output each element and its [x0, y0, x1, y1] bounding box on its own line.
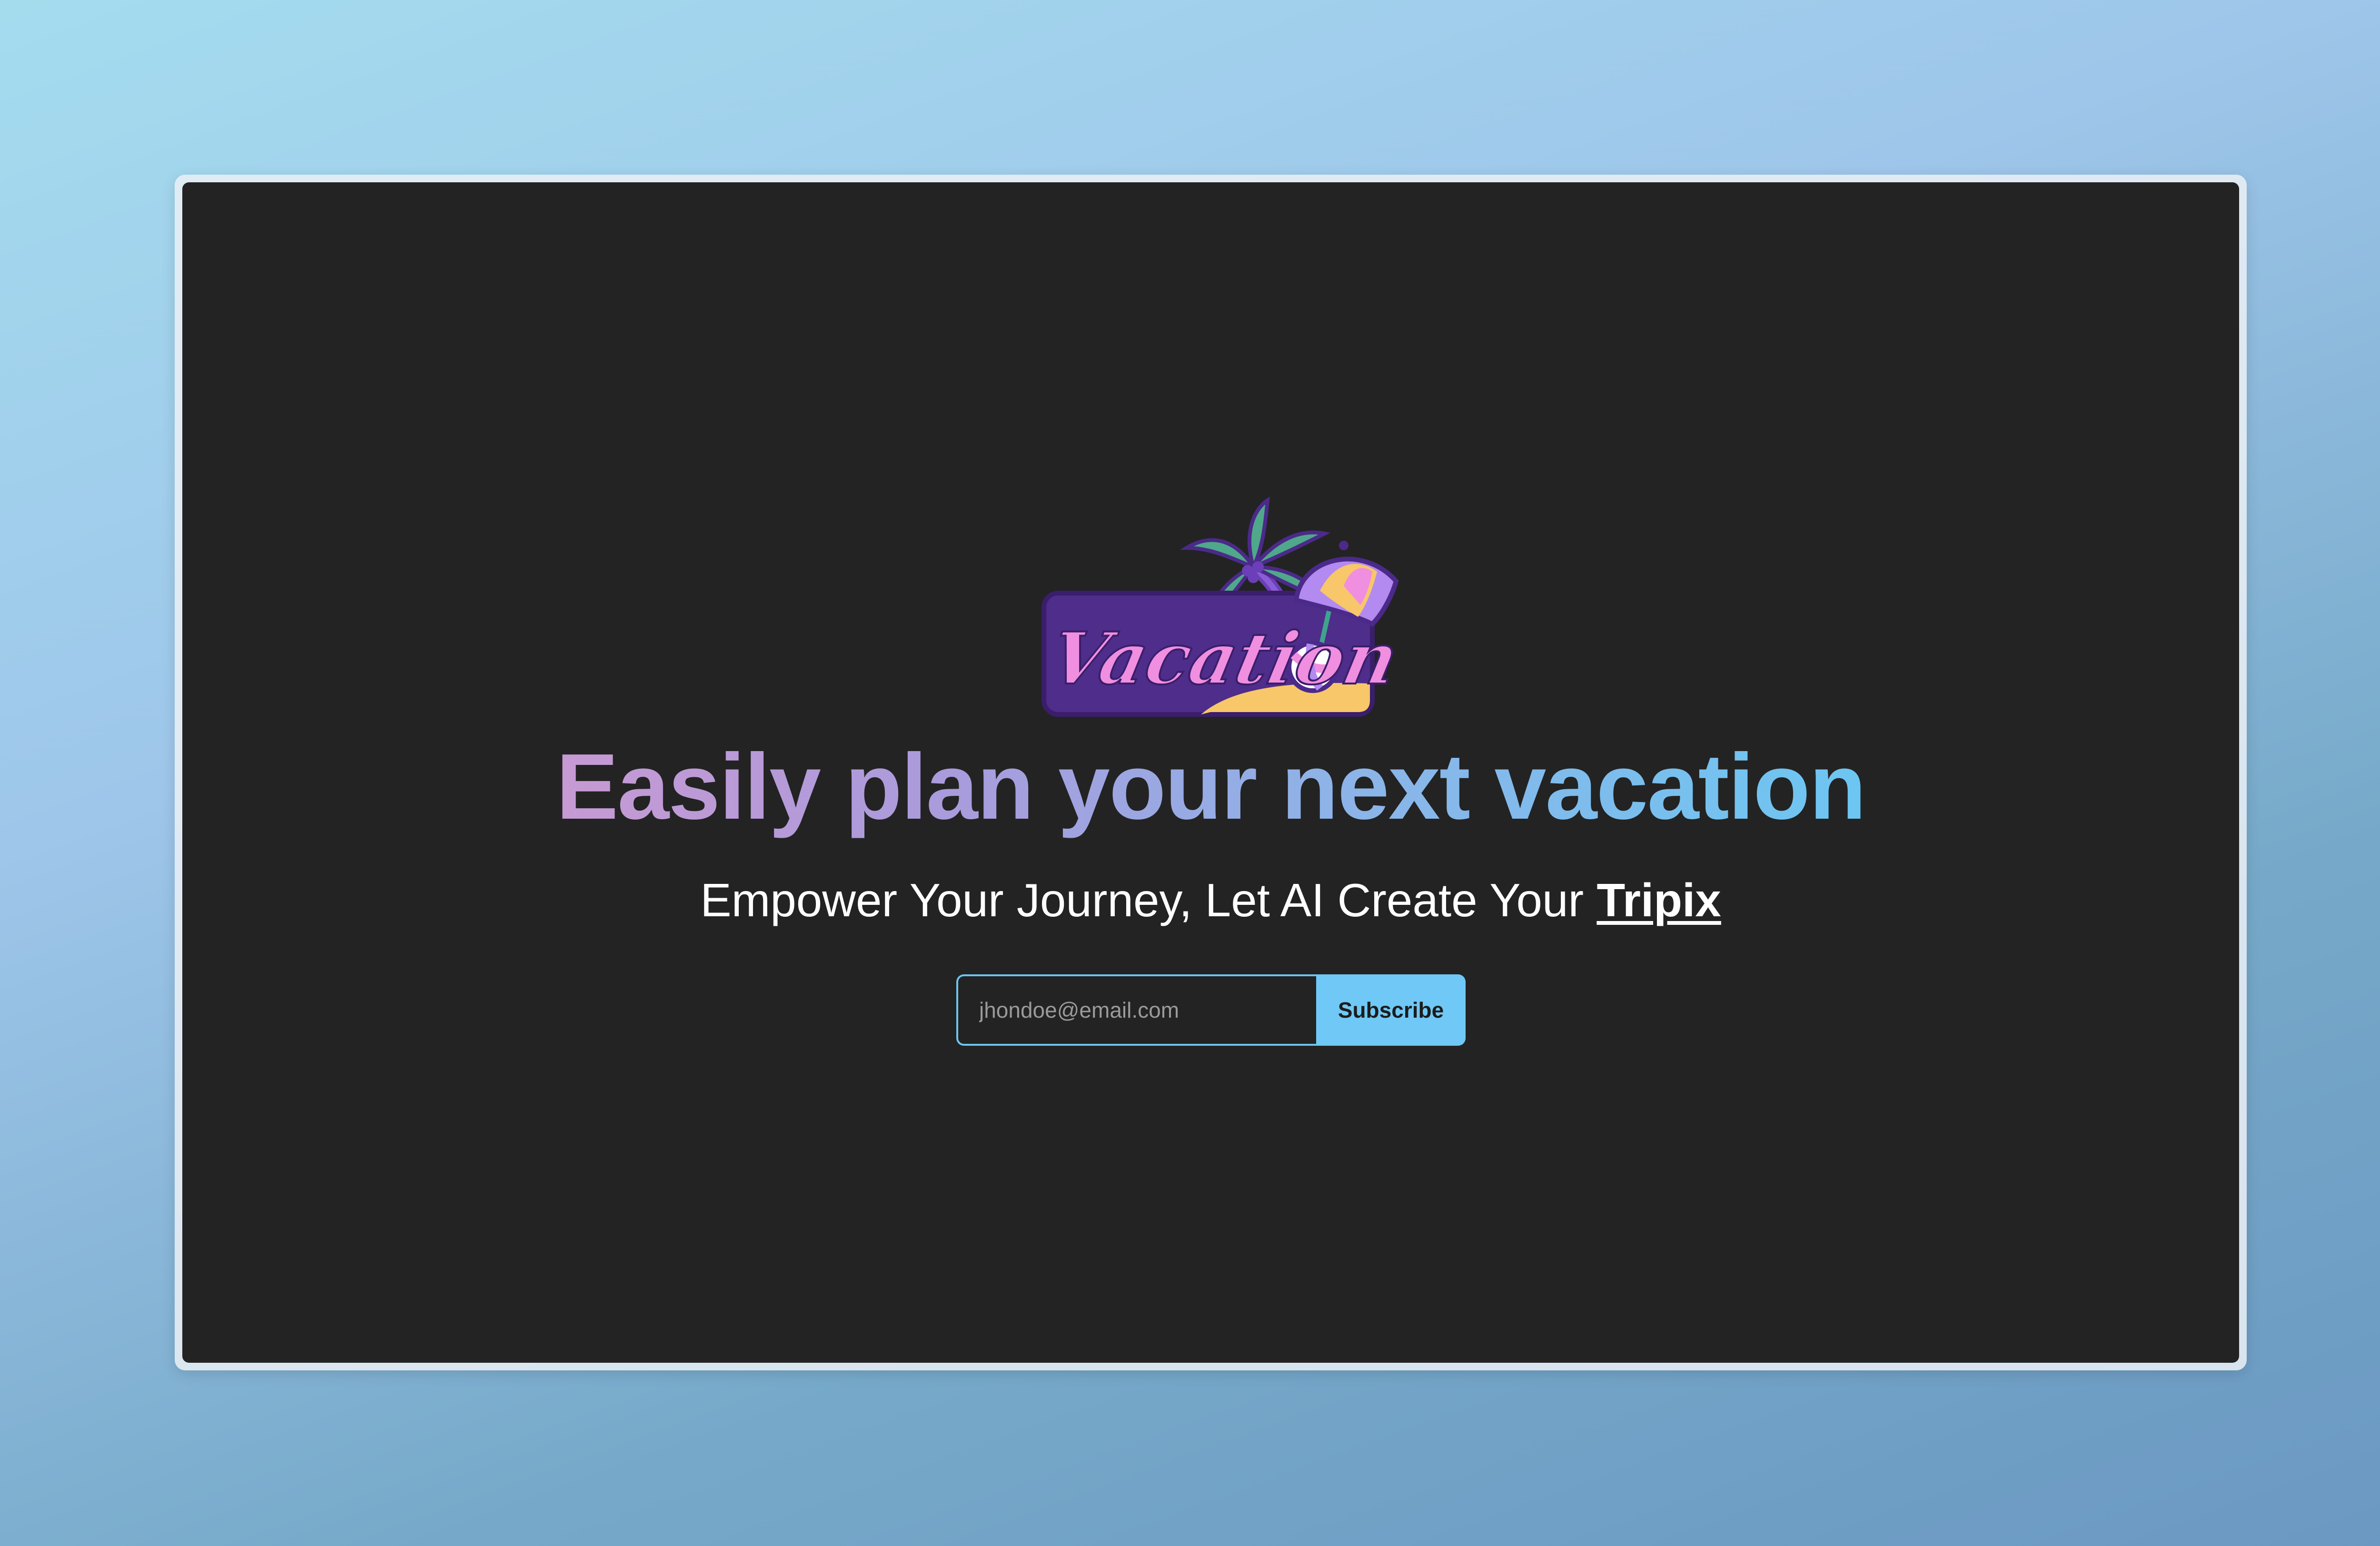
subscribe-form: Subscribe	[956, 974, 1466, 1046]
landing-page: Vacation Easily plan your next vacation …	[182, 182, 2239, 1363]
vacation-logo-icon: Vacation	[1041, 496, 1401, 717]
brand-link[interactable]: Tripix	[1597, 874, 1721, 926]
browser-window-frame: Vacation Easily plan your next vacation …	[175, 175, 2247, 1370]
page-headline: Easily plan your next vacation	[182, 730, 2239, 844]
subtitle-text: Empower Your Journey, Let AI Create Your	[700, 874, 1597, 926]
headline-text: Easily plan your next vacation	[556, 734, 1866, 839]
logo-text: Vacation	[1043, 617, 1401, 701]
subscribe-button[interactable]: Subscribe	[1316, 974, 1466, 1046]
page-subtitle: Empower Your Journey, Let AI Create Your…	[182, 867, 2239, 933]
email-input[interactable]	[956, 974, 1316, 1046]
